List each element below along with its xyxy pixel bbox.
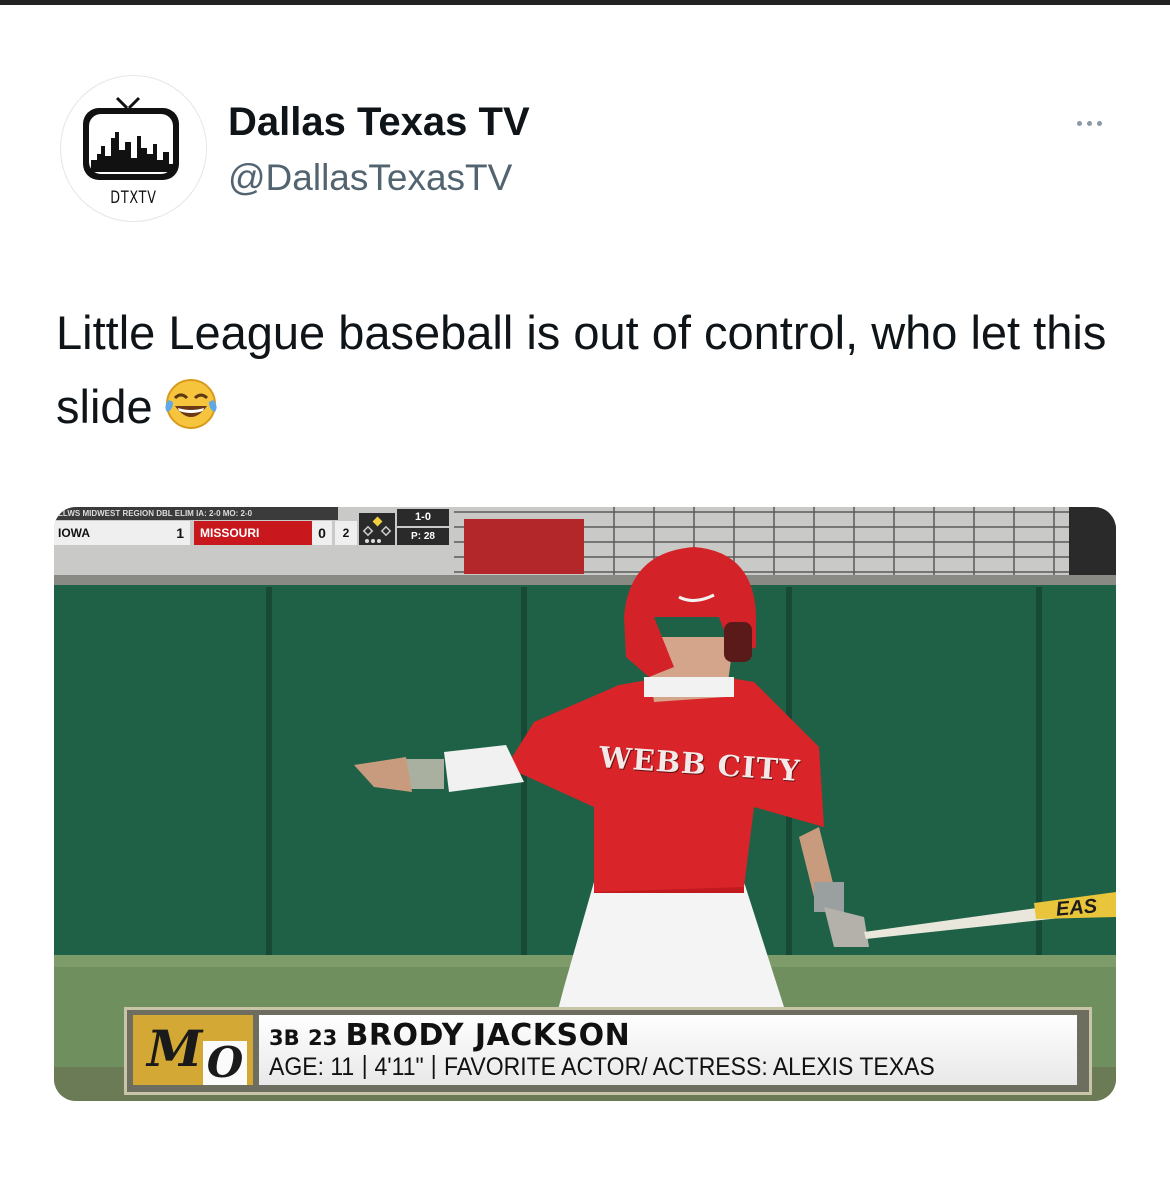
bases-diamond-icon bbox=[359, 513, 395, 545]
player-name: BRODY JACKSON bbox=[345, 1018, 631, 1053]
player-info-panel: 3B 23 BRODY JACKSON AGE: 11 4'11" FAVORITE… bbox=[259, 1015, 1077, 1085]
dot bbox=[1086, 120, 1092, 126]
dot bbox=[1076, 120, 1082, 126]
scorebug-away-team: IOWA 1 bbox=[54, 521, 190, 545]
face-with-tears-of-joy-icon bbox=[163, 376, 219, 432]
scorebug-region: LLWS MIDWEST REGION DBL ELIM IA: 2-0 MO:… bbox=[54, 507, 338, 520]
away-team-name: IOWA bbox=[58, 526, 90, 540]
player-name-line: 3B 23 BRODY JACKSON bbox=[269, 1018, 630, 1053]
scorebug-count: 1-0 bbox=[397, 509, 449, 526]
top-edge-bar bbox=[0, 0, 1170, 5]
home-team-score: 0 bbox=[312, 521, 332, 545]
tweet-media-image[interactable]: WEBB CITY EAS LLWS MIDWEST REGION DBL EL… bbox=[54, 507, 1116, 1101]
logo-letter-m: M bbox=[147, 1019, 203, 1078]
home-team-name: MISSOURI bbox=[200, 526, 260, 540]
tweet-text: Little League baseball is out of control… bbox=[56, 296, 1136, 444]
scorebug-home-team: MISSOURI 0 bbox=[194, 521, 332, 545]
player-details-line: AGE: 11 4'11" FAVORITE ACTOR/ ACTRESS: ALE… bbox=[269, 1053, 935, 1082]
scorebug: LLWS MIDWEST REGION DBL ELIM IA: 2-0 MO:… bbox=[54, 507, 454, 553]
divider bbox=[432, 1055, 435, 1079]
avatar[interactable]: DTXTV bbox=[60, 75, 207, 222]
avatar-logo-text: DTXTV bbox=[110, 188, 157, 208]
scorebug-pitch-count: P: 28 bbox=[397, 528, 449, 545]
player-height: 4'11" bbox=[374, 1053, 424, 1081]
player-position: 3B bbox=[269, 1026, 300, 1050]
player-number: 23 bbox=[307, 1026, 338, 1050]
player-lower-third: M O 3B 23 BRODY JACKSON AGE: 11 4'11" FAVO… bbox=[124, 1007, 1092, 1095]
dot bbox=[1096, 120, 1102, 126]
author-display-name[interactable]: Dallas Texas TV bbox=[228, 100, 530, 145]
player-age: AGE: 11 bbox=[269, 1053, 355, 1081]
author-handle[interactable]: @DallasTexasTV bbox=[228, 157, 512, 199]
bat-brand-text: EAS bbox=[1055, 895, 1098, 921]
away-team-score: 1 bbox=[176, 525, 184, 541]
more-options-icon[interactable] bbox=[1064, 108, 1114, 138]
divider bbox=[363, 1055, 366, 1079]
player-favorite: FAVORITE ACTOR/ ACTRESS: ALEXIS TEXAS bbox=[443, 1053, 935, 1081]
missouri-logo: M O bbox=[133, 1015, 253, 1085]
scorebug-inning: 2 bbox=[335, 521, 357, 545]
logo-letter-o: O bbox=[203, 1041, 247, 1085]
